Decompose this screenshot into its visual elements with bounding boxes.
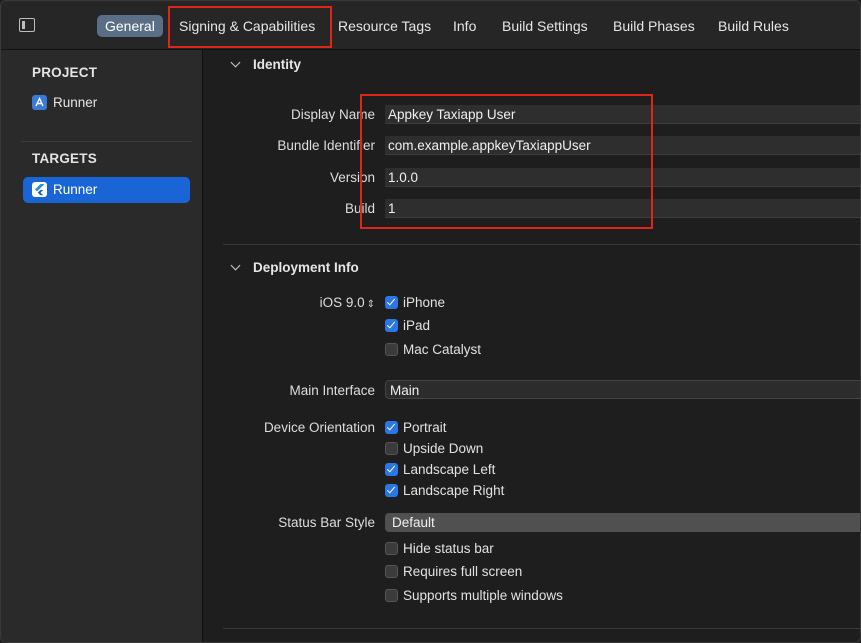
status-bar-style-value: Default <box>392 515 435 530</box>
section-divider <box>223 244 860 245</box>
landscape-left-checkbox[interactable]: Landscape Left <box>385 462 495 477</box>
checkbox-label: Landscape Right <box>403 483 505 498</box>
flutter-app-icon <box>32 182 47 197</box>
checkbox-unchecked-icon <box>385 542 398 555</box>
project-navigator-sidebar: PROJECT Runner TARGETS Runner <box>1 50 203 642</box>
sidebar-item-label: Runner <box>53 182 98 197</box>
tab-build-phases[interactable]: Build Phases <box>613 15 695 37</box>
checkbox-checked-icon <box>385 296 398 309</box>
section-title: Identity <box>253 57 302 72</box>
checkbox-unchecked-icon <box>385 589 398 602</box>
checkbox-unchecked-icon <box>385 442 398 455</box>
landscape-right-checkbox[interactable]: Landscape Right <box>385 483 504 498</box>
deployment-info-section-header[interactable]: Deployment Info <box>230 260 359 275</box>
editor-tab-bar: General Signing & Capabilities Resource … <box>1 1 860 50</box>
stepper-arrows-icon: ⇕ <box>366 299 375 310</box>
checkbox-label: Upside Down <box>403 441 484 456</box>
status-bar-style-label: Status Bar Style <box>278 515 375 530</box>
sidebar-item-target-runner[interactable]: Runner <box>23 177 190 203</box>
xcode-project-icon <box>32 95 47 110</box>
sidebar-divider <box>21 141 192 142</box>
checkbox-checked-icon <box>385 319 398 332</box>
tab-build-settings[interactable]: Build Settings <box>502 15 588 37</box>
tab-general[interactable]: General <box>97 15 163 37</box>
section-divider <box>223 628 860 629</box>
checkbox-checked-icon <box>385 484 398 497</box>
tab-build-rules[interactable]: Build Rules <box>718 15 789 37</box>
checkbox-checked-icon <box>385 463 398 476</box>
checkbox-label: iPhone <box>403 295 446 310</box>
highlight-box-identity-fields <box>360 94 653 229</box>
ios-version-selector[interactable]: iOS 9.0 ⇕ <box>320 295 375 310</box>
checkbox-label: Supports multiple windows <box>403 588 563 603</box>
xcode-target-editor: General Signing & Capabilities Resource … <box>0 0 861 643</box>
portrait-checkbox[interactable]: Portrait <box>385 420 447 435</box>
device-orientation-label: Device Orientation <box>263 420 375 435</box>
disclosure-chevron-icon <box>230 260 241 271</box>
status-bar-style-popup[interactable]: Default ⇕ <box>385 513 860 532</box>
ipad-checkbox[interactable]: iPad <box>385 318 430 333</box>
tab-info[interactable]: Info <box>453 15 476 37</box>
highlight-box-signing-tab <box>168 6 332 48</box>
tab-resource-tags[interactable]: Resource Tags <box>338 15 431 37</box>
main-interface-label: Main Interface <box>289 383 375 398</box>
disclosure-chevron-icon <box>230 57 241 68</box>
requires-full-screen-checkbox[interactable]: Requires full screen <box>385 564 522 579</box>
checkbox-unchecked-icon <box>385 565 398 578</box>
mac-catalyst-checkbox[interactable]: Mac Catalyst <box>385 342 481 357</box>
sidebar-item-label: Runner <box>53 95 98 110</box>
checkbox-checked-icon <box>385 421 398 434</box>
checkbox-label: iPad <box>403 318 431 333</box>
targets-header: TARGETS <box>32 151 97 166</box>
main-interface-combobox[interactable]: Main ▼ <box>385 380 860 399</box>
supports-multiple-windows-checkbox[interactable]: Supports multiple windows <box>385 588 563 603</box>
checkbox-label: Mac Catalyst <box>403 342 482 357</box>
checkbox-label: Requires full screen <box>403 564 523 579</box>
upside-down-checkbox[interactable]: Upside Down <box>385 441 483 456</box>
checkbox-unchecked-icon <box>385 343 398 356</box>
checkbox-label: Portrait <box>403 420 447 435</box>
section-title: Deployment Info <box>253 260 359 275</box>
hide-status-bar-checkbox[interactable]: Hide status bar <box>385 541 494 556</box>
sidebar-item-project-runner[interactable]: Runner <box>23 90 190 116</box>
main-interface-value: Main <box>390 383 420 398</box>
iphone-checkbox[interactable]: iPhone <box>385 295 445 310</box>
checkbox-label: Hide status bar <box>403 541 494 556</box>
project-header: PROJECT <box>32 65 98 80</box>
sidebar-toggle-icon[interactable] <box>19 18 35 32</box>
ios-version-value: iOS 9.0 <box>319 295 365 310</box>
checkbox-label: Landscape Left <box>403 462 496 477</box>
identity-section-header[interactable]: Identity <box>230 57 301 72</box>
